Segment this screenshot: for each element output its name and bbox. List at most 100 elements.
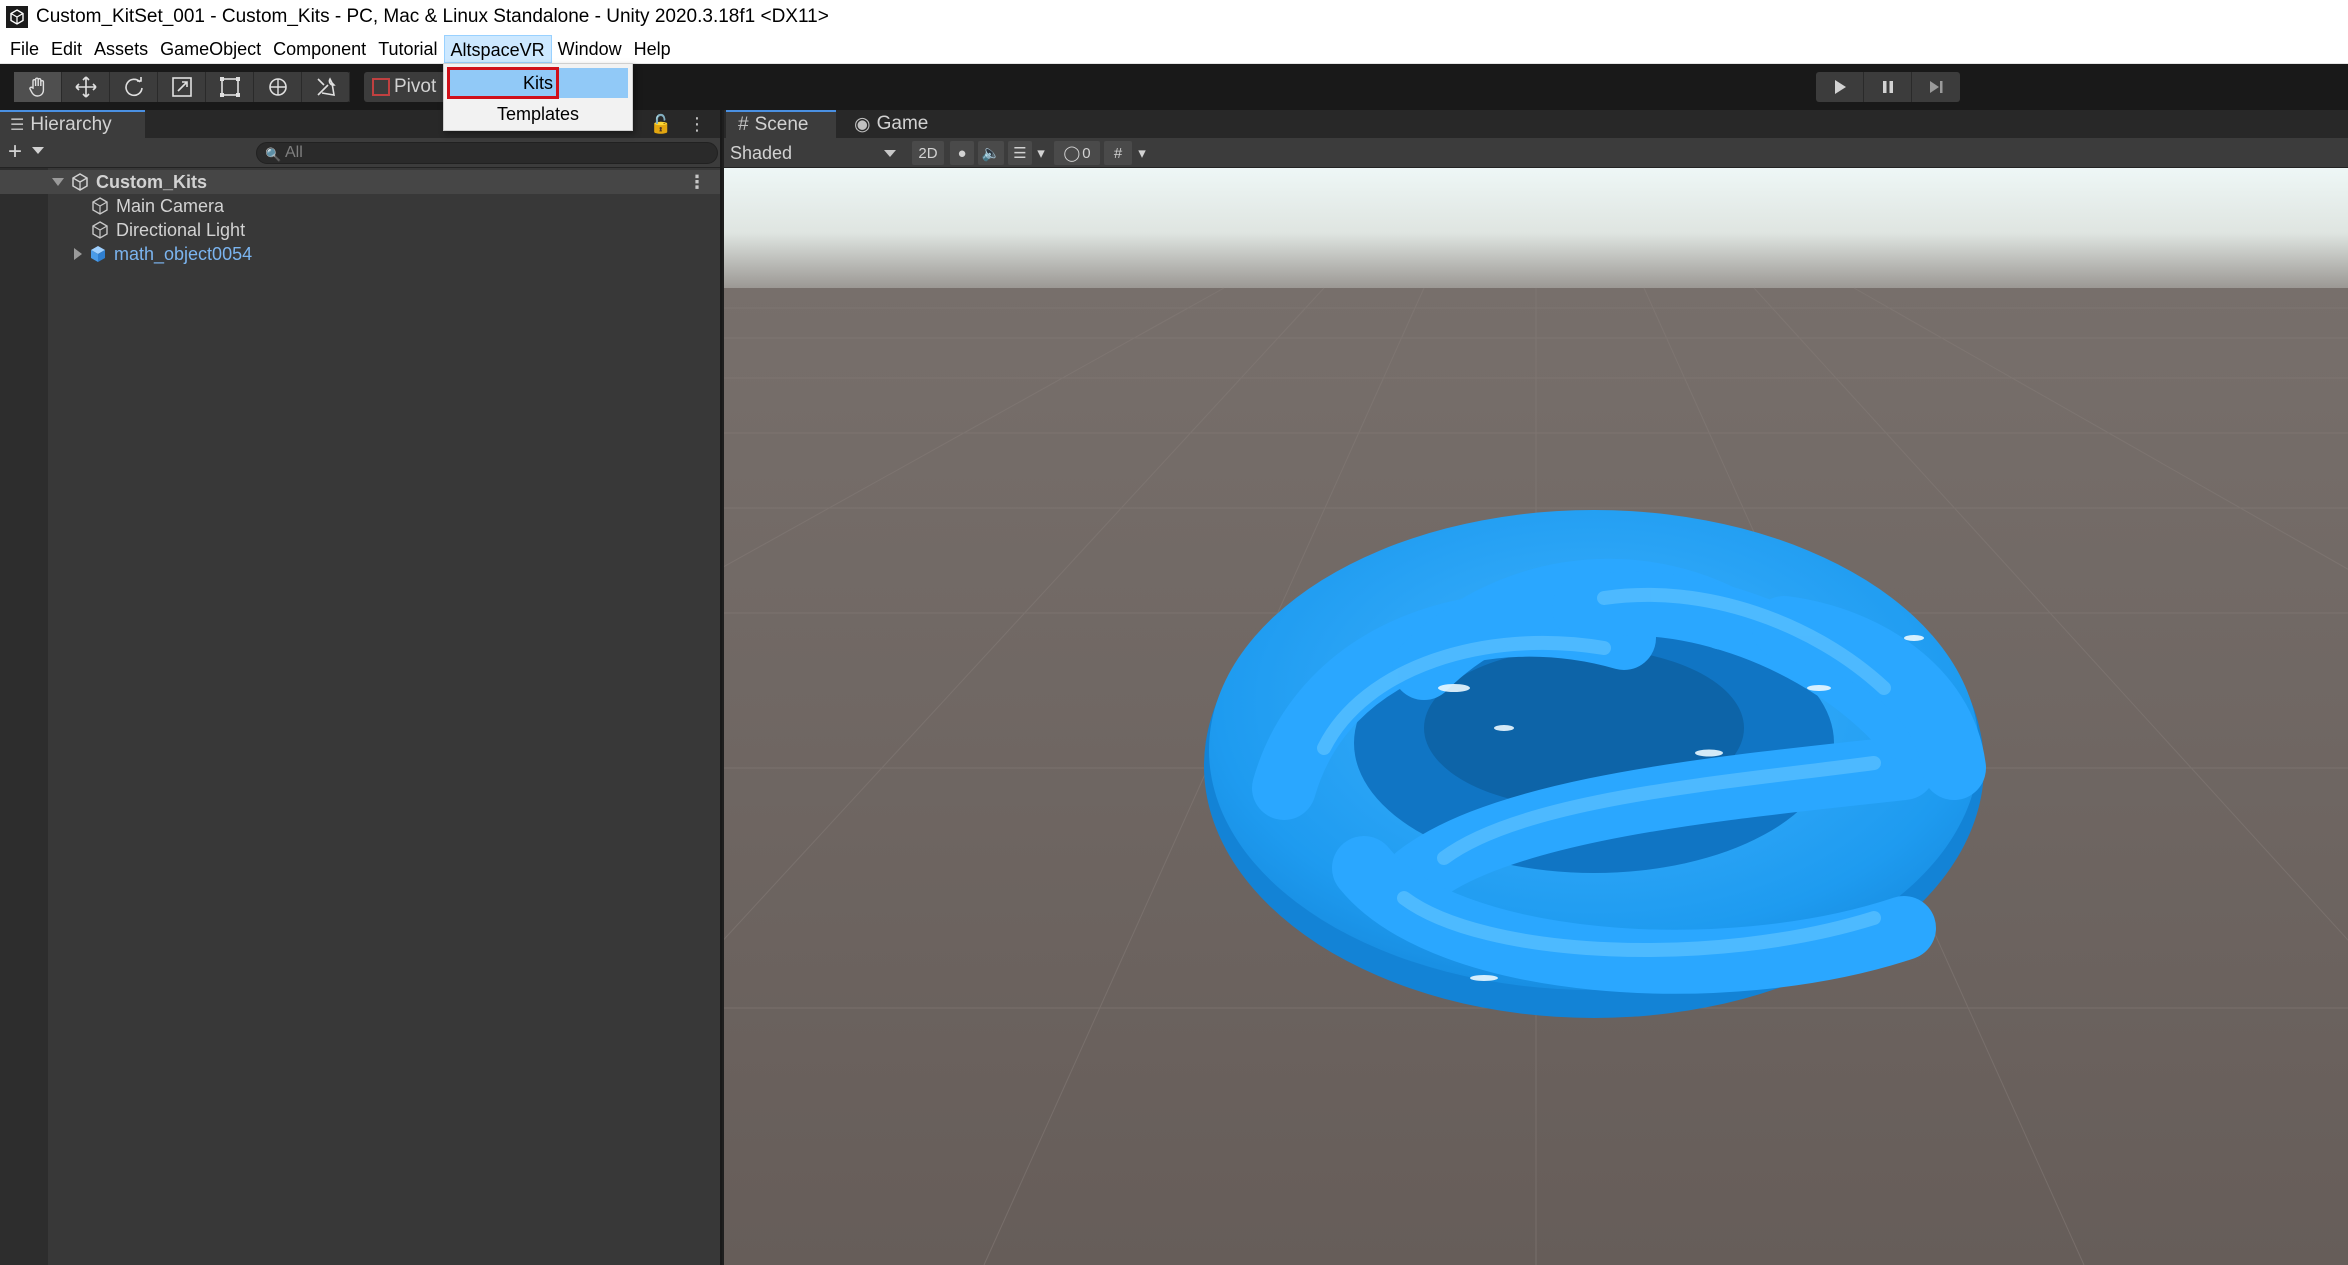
window-title: Custom_KitSet_001 - Custom_Kits - PC, Ma…: [36, 6, 829, 27]
hierarchy-gutter: [0, 168, 48, 1265]
kebab-menu-icon[interactable]: ⋮: [688, 114, 706, 135]
menu-component[interactable]: Component: [267, 35, 372, 63]
chevron-down-icon: ▾: [1138, 145, 1146, 162]
rotate-icon: [124, 77, 143, 97]
list-item[interactable]: Directional Light: [48, 218, 720, 242]
hierarchy-search-input[interactable]: 🔍 All: [256, 142, 718, 164]
pivot-label: Pivot: [394, 76, 437, 97]
hierarchy-panel: ☰ Hierarchy 🔓 ⋮ + 🔍 All Custom_Kits ⋮ Ma…: [0, 110, 722, 1265]
transform-icon: [268, 78, 287, 96]
hierarchy-search-row: + 🔍 All: [0, 138, 720, 168]
gizmo-dropdown[interactable]: ▾: [1134, 141, 1150, 165]
main-toolbar: Pivot: [0, 64, 2348, 110]
chevron-down-icon[interactable]: [32, 147, 44, 154]
wrench-icon: [316, 77, 336, 96]
effects-dropdown[interactable]: ▾: [1034, 141, 1048, 165]
layers-icon: ☰: [1013, 145, 1027, 162]
tab-hierarchy[interactable]: ☰ Hierarchy: [0, 110, 145, 138]
menu-gameobject[interactable]: GameObject: [154, 35, 267, 63]
pause-icon: [1882, 81, 1893, 93]
move-tool-button[interactable]: [62, 72, 110, 102]
pivot-toggle[interactable]: Pivot: [364, 72, 454, 102]
scene-render: [724, 168, 2348, 1265]
scene-kebab-icon[interactable]: ⋮: [688, 172, 706, 193]
object-label: math_object0054: [114, 243, 253, 264]
lock-icon[interactable]: 🔓: [650, 114, 672, 135]
audio-toggle[interactable]: 🔈: [978, 141, 1004, 165]
speaker-icon: 🔈: [981, 145, 1001, 162]
scene-tabbar: # Scene ◉ Game: [724, 110, 2348, 138]
lightbulb-icon: ●: [957, 144, 967, 162]
rect-tool-button[interactable]: [206, 72, 254, 102]
lighting-toggle[interactable]: ●: [950, 141, 974, 165]
play-button[interactable]: [1816, 72, 1864, 102]
tab-hierarchy-label: Hierarchy: [30, 114, 112, 135]
grid-icon: #: [738, 114, 749, 135]
tab-scene[interactable]: # Scene: [726, 110, 836, 138]
scene-row[interactable]: Custom_Kits ⋮: [0, 170, 720, 194]
effects-toggle[interactable]: ☰: [1008, 141, 1032, 165]
rect-icon: [219, 77, 240, 97]
add-object-button[interactable]: +: [8, 140, 22, 164]
chevron-down-icon: ▾: [1037, 145, 1045, 162]
search-placeholder: All: [285, 144, 303, 161]
hierarchy-tab-icons: 🔓 ⋮: [650, 114, 706, 135]
math-object-mesh: [1204, 510, 1986, 1018]
pause-button[interactable]: [1864, 72, 1912, 102]
playmode-controls: [1816, 72, 1960, 102]
menu-assets[interactable]: Assets: [88, 35, 154, 63]
toggle-2d-label: 2D: [918, 144, 938, 162]
foldout-collapsed-icon[interactable]: [74, 248, 82, 260]
object-label: Main Camera: [116, 195, 225, 216]
hand-tool-button[interactable]: [14, 72, 62, 102]
annotation-highlight-box: [447, 67, 559, 99]
menu-altspacevr[interactable]: AltspaceVR: [443, 34, 552, 63]
rotate-tool-button[interactable]: [110, 72, 158, 102]
tab-game[interactable]: ◉ Game: [842, 110, 942, 138]
hierarchy-tree: Custom_Kits ⋮ Main Camera Directional Li…: [0, 168, 720, 1265]
sky: [724, 168, 2348, 298]
menu-window[interactable]: Window: [552, 35, 628, 63]
prefab-icon: [91, 246, 105, 262]
scale-tool-button[interactable]: [158, 72, 206, 102]
hidden-count: 0: [1082, 144, 1091, 162]
scene-viewport[interactable]: [724, 168, 2348, 1265]
unity-logo-icon: [6, 6, 28, 28]
chevron-down-icon: [884, 150, 896, 157]
menu-help[interactable]: Help: [628, 35, 677, 63]
search-icon: 🔍: [265, 147, 282, 162]
tab-scene-label: Scene: [754, 114, 809, 135]
gameobject-icon: [92, 197, 108, 215]
scale-icon: [171, 77, 192, 97]
step-button[interactable]: [1912, 72, 1960, 102]
custom-tool-button[interactable]: [302, 72, 350, 102]
step-icon: [1930, 81, 1943, 93]
menu-file[interactable]: File: [4, 35, 45, 63]
transform-tool-button[interactable]: [254, 72, 302, 102]
gamepad-icon: ◉: [854, 113, 871, 135]
object-label: Directional Light: [116, 219, 246, 240]
shading-mode-dropdown[interactable]: Shaded: [730, 142, 902, 164]
foldout-expanded-icon[interactable]: [52, 178, 64, 186]
grid-snap-icon: #: [1113, 144, 1123, 162]
scene-toolbar: Shaded 2D ● 🔈 ☰ ▾ ◯ 0 # ▾: [724, 138, 2348, 168]
hidden-objects-toggle[interactable]: ◯ 0: [1054, 141, 1100, 165]
altspacevr-dropdown: Kits Templates: [443, 63, 633, 131]
unity-scene-icon: [72, 173, 88, 191]
scene-name: Custom_Kits: [96, 171, 208, 192]
move-icon: [74, 76, 97, 98]
list-icon: ☰: [10, 117, 25, 134]
transform-tools: [14, 72, 350, 102]
list-item[interactable]: Main Camera: [48, 194, 720, 218]
eye-slash-icon: ◯: [1063, 145, 1081, 162]
menu-tutorial[interactable]: Tutorial: [372, 35, 443, 63]
play-icon: [1834, 80, 1846, 94]
shading-mode-label: Shaded: [730, 143, 793, 163]
toggle-2d-button[interactable]: 2D: [912, 141, 944, 165]
pivot-icon: [372, 78, 390, 96]
menu-item-templates[interactable]: Templates: [448, 99, 628, 129]
list-item[interactable]: math_object0054: [48, 242, 720, 266]
gizmo-grid-toggle[interactable]: #: [1104, 141, 1132, 165]
menu-bar: File Edit Assets GameObject Component Tu…: [0, 34, 2348, 64]
menu-edit[interactable]: Edit: [45, 35, 88, 63]
